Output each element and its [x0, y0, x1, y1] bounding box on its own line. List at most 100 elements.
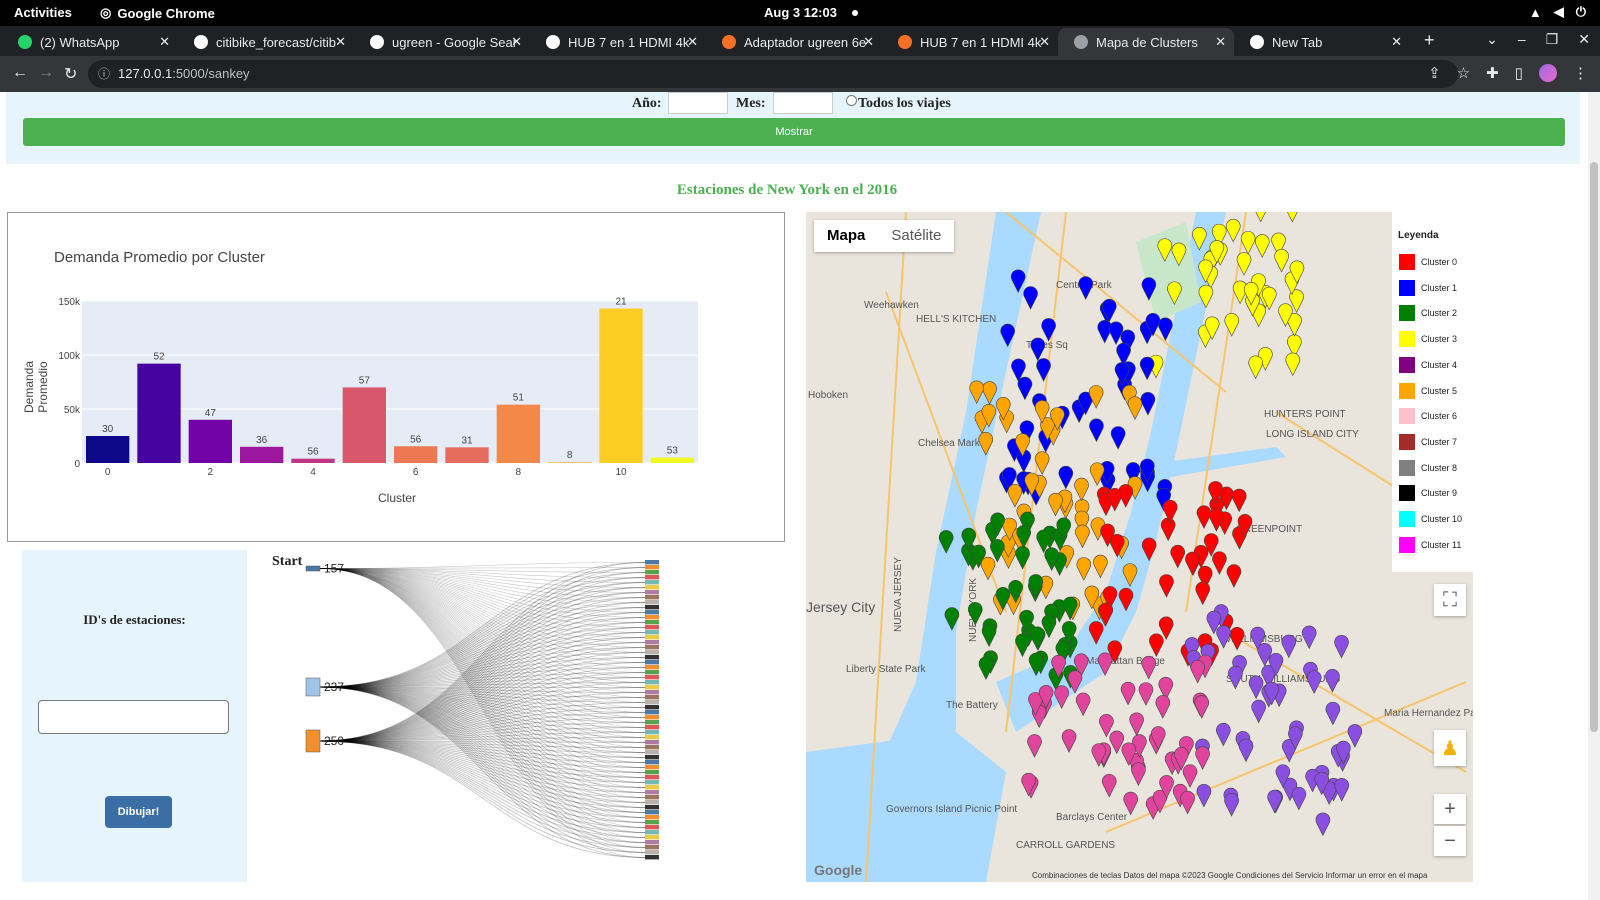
sankey-target-node[interactable]	[645, 565, 659, 570]
sankey-target-node[interactable]	[645, 815, 659, 820]
sankey-target-node[interactable]	[645, 760, 659, 765]
zoom-out-button[interactable]: −	[1434, 826, 1466, 856]
month-input[interactable]	[773, 92, 833, 114]
sankey-target-node[interactable]	[645, 570, 659, 575]
system-tray[interactable]: ▲ ◀ ⏻	[1529, 4, 1586, 20]
tab-close-icon[interactable]: ✕	[687, 34, 698, 50]
sankey-plot[interactable]: 157 237 250	[260, 550, 730, 870]
tab-close-icon[interactable]: ✕	[863, 34, 874, 50]
bar[interactable]	[240, 446, 284, 463]
bar[interactable]	[548, 462, 592, 463]
sankey-target-node[interactable]	[645, 790, 659, 795]
sankey-target-node[interactable]	[645, 680, 659, 685]
chrome-menu-icon[interactable]: ⋮	[1573, 64, 1588, 82]
sankey-target-node[interactable]	[645, 575, 659, 580]
address-bar[interactable]: ⓘ 127.0.0.1:5000/sankey	[88, 60, 1458, 88]
year-input[interactable]	[668, 92, 728, 114]
activities-button[interactable]: Activities	[14, 5, 72, 20]
sankey-target-node[interactable]	[645, 775, 659, 780]
browser-tab[interactable]: New Tab ✕	[1234, 28, 1410, 56]
sankey-target-node[interactable]	[645, 635, 659, 640]
sankey-source-node[interactable]	[305, 677, 321, 697]
new-tab-button[interactable]: +	[1424, 30, 1435, 51]
bar[interactable]	[394, 446, 438, 463]
sankey-target-node[interactable]	[645, 665, 659, 670]
bar[interactable]	[496, 404, 540, 463]
sankey-target-node[interactable]	[645, 845, 659, 850]
browser-tab[interactable]: citibike_forecast/citib ✕	[178, 28, 354, 56]
map-type-satellite-button[interactable]: Satélite	[878, 220, 954, 252]
sankey-target-node[interactable]	[645, 745, 659, 750]
sankey-target-node[interactable]	[645, 850, 659, 855]
sankey-target-node[interactable]	[645, 835, 659, 840]
sankey-target-node[interactable]	[645, 645, 659, 650]
sankey-target-node[interactable]	[645, 710, 659, 715]
pegman-icon[interactable]: ♟	[1434, 730, 1466, 766]
sankey-target-node[interactable]	[645, 690, 659, 695]
sankey-target-node[interactable]	[645, 730, 659, 735]
bar[interactable]	[445, 447, 489, 463]
browser-tab[interactable]: HUB 7 en 1 HDMI 4k ✕	[530, 28, 706, 56]
minimize-icon[interactable]: –	[1518, 31, 1526, 48]
sankey-target-node[interactable]	[645, 560, 659, 565]
tab-close-icon[interactable]: ✕	[159, 34, 170, 50]
sankey-target-node[interactable]	[645, 655, 659, 660]
sankey-target-node[interactable]	[645, 735, 659, 740]
sankey-target-node[interactable]	[645, 600, 659, 605]
sankey-target-node[interactable]	[645, 620, 659, 625]
fullscreen-icon[interactable]: ⛶	[1434, 584, 1466, 616]
sankey-target-node[interactable]	[645, 805, 659, 810]
forward-icon[interactable]: →	[38, 64, 54, 82]
bar[interactable]	[188, 419, 232, 463]
sankey-source-node[interactable]	[305, 729, 321, 753]
map-type-map-button[interactable]: Mapa	[814, 220, 878, 252]
sankey-target-node[interactable]	[645, 615, 659, 620]
browser-tab[interactable]: ugreen - Google Sear ✕	[354, 28, 530, 56]
extensions-icon[interactable]: ✚	[1486, 64, 1499, 82]
sankey-target-node[interactable]	[645, 630, 659, 635]
clock[interactable]: Aug 3 12:03	[764, 5, 837, 20]
sankey-target-node[interactable]	[645, 660, 659, 665]
sankey-target-node[interactable]	[645, 705, 659, 710]
sankey-source-node[interactable]	[305, 565, 321, 572]
sankey-target-node[interactable]	[645, 720, 659, 725]
share-icon[interactable]: ⇪	[1428, 64, 1441, 82]
sankey-target-node[interactable]	[645, 675, 659, 680]
sankey-target-node[interactable]	[645, 670, 659, 675]
sankey-target-node[interactable]	[645, 785, 659, 790]
browser-tab[interactable]: Adaptador ugreen 6e ✕	[706, 28, 882, 56]
bar[interactable]	[137, 363, 181, 463]
tab-close-icon[interactable]: ✕	[1215, 34, 1226, 50]
map-canvas[interactable]: Weehawken Hoboken Chelsea Market HELL'S KIT…	[806, 212, 1473, 882]
sankey-target-node[interactable]	[645, 800, 659, 805]
sankey-target-node[interactable]	[645, 685, 659, 690]
side-panel-icon[interactable]: ▯	[1515, 64, 1523, 82]
sankey-target-node[interactable]	[645, 810, 659, 815]
tab-close-icon[interactable]: ✕	[1039, 34, 1050, 50]
show-button[interactable]: Mostrar	[23, 118, 1565, 146]
zoom-in-button[interactable]: +	[1434, 794, 1466, 824]
sankey-target-node[interactable]	[645, 725, 659, 730]
browser-tab[interactable]: HUB 7 en 1 HDMI 4k ✕	[882, 28, 1058, 56]
station-id-input[interactable]	[38, 700, 229, 734]
close-icon[interactable]: ✕	[1578, 31, 1590, 48]
maximize-icon[interactable]: ❐	[1546, 31, 1559, 48]
bar[interactable]	[342, 387, 386, 463]
sankey-target-node[interactable]	[645, 765, 659, 770]
sankey-target-node[interactable]	[645, 640, 659, 645]
sankey-target-node[interactable]	[645, 795, 659, 800]
browser-tab[interactable]: Mapa de Clusters ✕	[1058, 28, 1234, 56]
site-info-icon[interactable]: ⓘ	[98, 60, 110, 88]
tab-close-icon[interactable]: ✕	[335, 34, 346, 50]
tab-search-icon[interactable]: ⌄	[1486, 31, 1498, 48]
reload-icon[interactable]: ↻	[64, 64, 77, 84]
sankey-target-node[interactable]	[645, 820, 659, 825]
sankey-target-node[interactable]	[645, 770, 659, 775]
sankey-target-node[interactable]	[645, 755, 659, 760]
bar[interactable]	[650, 457, 694, 463]
bar[interactable]	[599, 308, 643, 463]
bar[interactable]	[86, 436, 130, 463]
draw-button[interactable]: Dibujar!	[105, 796, 172, 828]
sankey-target-node[interactable]	[645, 825, 659, 830]
sankey-target-node[interactable]	[645, 585, 659, 590]
